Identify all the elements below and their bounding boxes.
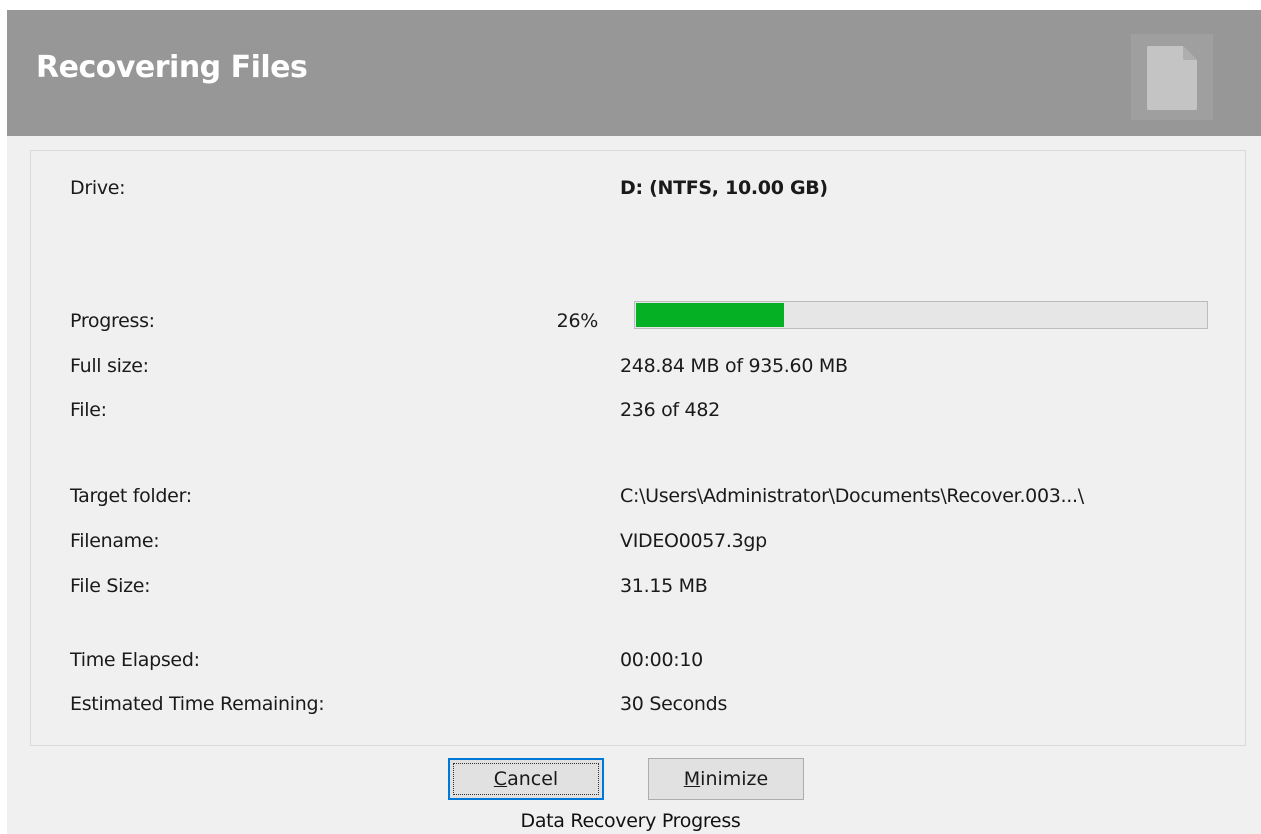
cancel-button-label: Cancel	[494, 768, 558, 790]
details-panel: Drive: D: (NTFS, 10.00 GB) Progress: 26%…	[30, 150, 1246, 746]
file-count-value: 236 of 482	[620, 399, 720, 421]
drive-label: Drive:	[70, 177, 126, 199]
progress-label: Progress:	[70, 310, 155, 332]
progress-bar	[634, 301, 1208, 329]
minimize-button-label: Minimize	[684, 768, 768, 790]
cancel-mnemonic: C	[493, 768, 508, 790]
dialog-title: Recovering Files	[36, 50, 308, 85]
time-elapsed-value: 00:00:10	[620, 649, 703, 671]
progress-percent: 26%	[556, 310, 599, 332]
file-label: File:	[70, 399, 107, 421]
full-size-label: Full size:	[70, 355, 149, 377]
cancel-label-rest: ancel	[507, 768, 559, 790]
minimize-label-rest: inimize	[700, 768, 769, 790]
minimize-mnemonic: M	[683, 768, 701, 790]
cancel-button[interactable]: Cancel	[448, 758, 604, 800]
minimize-button[interactable]: Minimize	[648, 758, 804, 800]
time-remaining-label: Estimated Time Remaining:	[70, 693, 325, 715]
recovery-dialog: Recovering Files Drive: D: (NTFS, 10.00 …	[7, 10, 1261, 834]
window-caption: Data Recovery Progress	[520, 810, 741, 832]
target-folder-label: Target folder:	[70, 485, 192, 507]
filename-label: Filename:	[70, 530, 160, 552]
time-remaining-value: 30 Seconds	[620, 693, 728, 715]
dialog-header: Recovering Files	[7, 10, 1261, 136]
drive-value: D: (NTFS, 10.00 GB)	[620, 177, 828, 199]
file-size-label: File Size:	[70, 575, 151, 597]
time-elapsed-label: Time Elapsed:	[70, 649, 200, 671]
full-size-value: 248.84 MB of 935.60 MB	[620, 355, 848, 377]
progress-bar-fill	[636, 303, 784, 327]
header-icon-area	[1131, 34, 1213, 120]
file-size-value: 31.15 MB	[620, 575, 708, 597]
target-folder-value: C:\Users\Administrator\Documents\Recover…	[620, 485, 1084, 507]
filename-value: VIDEO0057.3gp	[620, 530, 767, 552]
